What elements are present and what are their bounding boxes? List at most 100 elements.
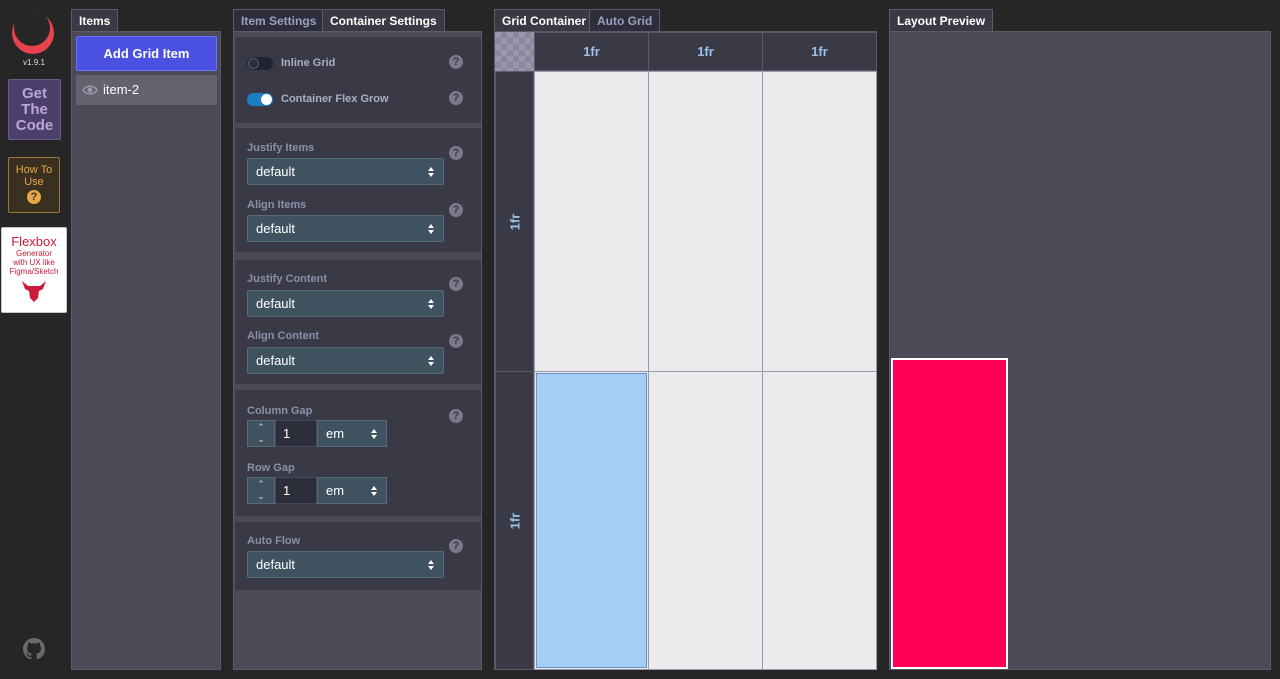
get-the-code-button[interactable]: Get The Code [8,79,61,140]
github-icon[interactable] [22,637,46,661]
grid-cell[interactable] [648,71,763,372]
sort-arrows-icon [428,356,434,366]
justify-items-value: default [256,164,296,179]
align-items-select[interactable]: default [247,215,444,242]
row-gap-input[interactable]: 1 [275,477,317,504]
question-icon: ? [27,190,41,204]
align-content-value: default [256,353,296,368]
container-settings-panel: Inline Grid ? Container Flex Grow ? Just… [233,31,482,670]
layout-preview-panel [889,31,1271,670]
sort-arrows-icon [428,224,434,234]
grid-cell[interactable] [648,371,763,670]
auto-flow-label: Auto Flow [247,535,301,547]
auto-flow-value: default [256,557,296,572]
justify-items-select[interactable]: default [247,158,444,185]
add-grid-item-button[interactable]: Add Grid Item [76,36,217,71]
sort-arrows-icon [428,299,434,309]
column-gap-unit-value: em [326,426,345,441]
container-flex-grow-toggle[interactable] [247,93,273,106]
align-content-select[interactable]: default [247,347,444,374]
align-items-label: Align Items [247,199,307,211]
row-header-label: 1fr [507,213,522,230]
app-version: v1.9.1 [23,58,45,67]
app-logo-icon[interactable] [12,12,54,54]
column-gap-stepper: ⌃ ⌄ 1 em [247,420,387,447]
grid-cell[interactable] [762,71,877,372]
justify-items-label: Justify Items [247,142,315,154]
help-icon[interactable]: ? [449,55,463,69]
flexbox-subtitle-1: Generator [15,249,53,258]
help-icon[interactable]: ? [449,539,463,553]
inline-grid-toggle[interactable] [247,57,273,70]
row-gap-spinner[interactable]: ⌃ ⌄ [247,477,275,504]
sort-arrows-icon [371,429,377,439]
justify-content-value: default [256,296,296,311]
help-icon[interactable]: ? [449,334,463,348]
chevron-up-icon[interactable]: ⌃ [248,478,274,490]
left-rail: v1.9.1 Get The Code How To Use ? Flexbox… [0,0,68,679]
gap-section: Column Gap ? ⌃ ⌄ 1 em Row Gap ⌃ ⌄ 1 em [235,390,481,516]
row-gap-stepper: ⌃ ⌄ 1 em [247,477,387,504]
toggles-section: Inline Grid ? Container Flex Grow ? [235,37,481,123]
row-gap-unit-value: em [326,483,345,498]
help-icon[interactable]: ? [449,146,463,160]
sort-arrows-icon [428,167,434,177]
how-to-use-button[interactable]: How To Use ? [8,157,60,213]
auto-flow-section: Auto Flow ? default [235,522,481,590]
grid-container-editor: 1fr 1fr 1fr 1fr 1fr [494,31,877,670]
column-gap-unit-select[interactable]: em [317,420,387,447]
flexbox-subtitle-3: Figma/Sketch [9,267,59,276]
preview-grid-item[interactable] [891,358,1008,669]
justify-content-select[interactable]: default [247,290,444,317]
help-icon[interactable]: ? [449,409,463,423]
justify-content-label: Justify Content [247,273,328,285]
how-to-use-label: How To Use [15,164,53,188]
tab-item-settings[interactable]: Item Settings [233,9,325,31]
grid-item-area[interactable] [536,373,647,668]
grid-cell[interactable] [534,71,649,372]
auto-flow-select[interactable]: default [247,551,444,578]
grid-cell[interactable] [762,371,877,670]
align-items-value: default [256,221,296,236]
flex-grow-row: Container Flex Grow [247,91,389,107]
column-gap-input[interactable]: 1 [275,420,317,447]
chevron-down-icon[interactable]: ⌄ [248,433,274,445]
container-flex-grow-label: Container Flex Grow [281,93,389,105]
help-icon[interactable]: ? [449,203,463,217]
sort-arrows-icon [428,560,434,570]
align-content-label: Align Content [247,330,320,342]
tab-container-settings[interactable]: Container Settings [322,9,445,31]
bull-logo-icon [21,279,47,303]
items-alignment-section: Justify Items ? default Align Items ? de… [235,128,481,252]
tab-layout-preview[interactable]: Layout Preview [889,9,994,31]
tab-grid-container[interactable]: Grid Container [494,9,595,31]
items-panel: Add Grid Item item-2 [71,31,221,670]
column-gap-spinner[interactable]: ⌃ ⌄ [247,420,275,447]
flexbox-generator-link[interactable]: Flexbox Generator with UX like Figma/Ske… [1,227,67,313]
grid-corner [495,32,534,71]
item-label: item-2 [103,82,140,97]
sort-arrows-icon [371,486,377,496]
inline-grid-row: Inline Grid [247,55,335,71]
eye-icon[interactable] [82,84,98,96]
tab-items[interactable]: Items [71,9,119,31]
column-header[interactable]: 1fr [534,32,649,71]
column-gap-label: Column Gap [247,405,313,417]
chevron-down-icon[interactable]: ⌄ [248,490,274,502]
help-icon[interactable]: ? [449,277,463,291]
chevron-up-icon[interactable]: ⌃ [248,421,274,433]
row-gap-label: Row Gap [247,462,295,474]
row-header-label: 1fr [507,512,522,529]
inline-grid-label: Inline Grid [281,57,336,69]
flexbox-title: Flexbox [11,234,57,249]
flexbox-subtitle-2: with UX like [13,258,55,267]
row-header[interactable]: 1fr [495,371,534,670]
column-header[interactable]: 1fr [648,32,763,71]
row-gap-unit-select[interactable]: em [317,477,387,504]
list-item[interactable]: item-2 [76,75,217,105]
content-alignment-section: Justify Content ? default Align Content … [235,260,481,384]
column-header[interactable]: 1fr [762,32,877,71]
help-icon[interactable]: ? [449,91,463,105]
row-header[interactable]: 1fr [495,71,534,372]
tab-auto-grid[interactable]: Auto Grid [589,9,661,31]
